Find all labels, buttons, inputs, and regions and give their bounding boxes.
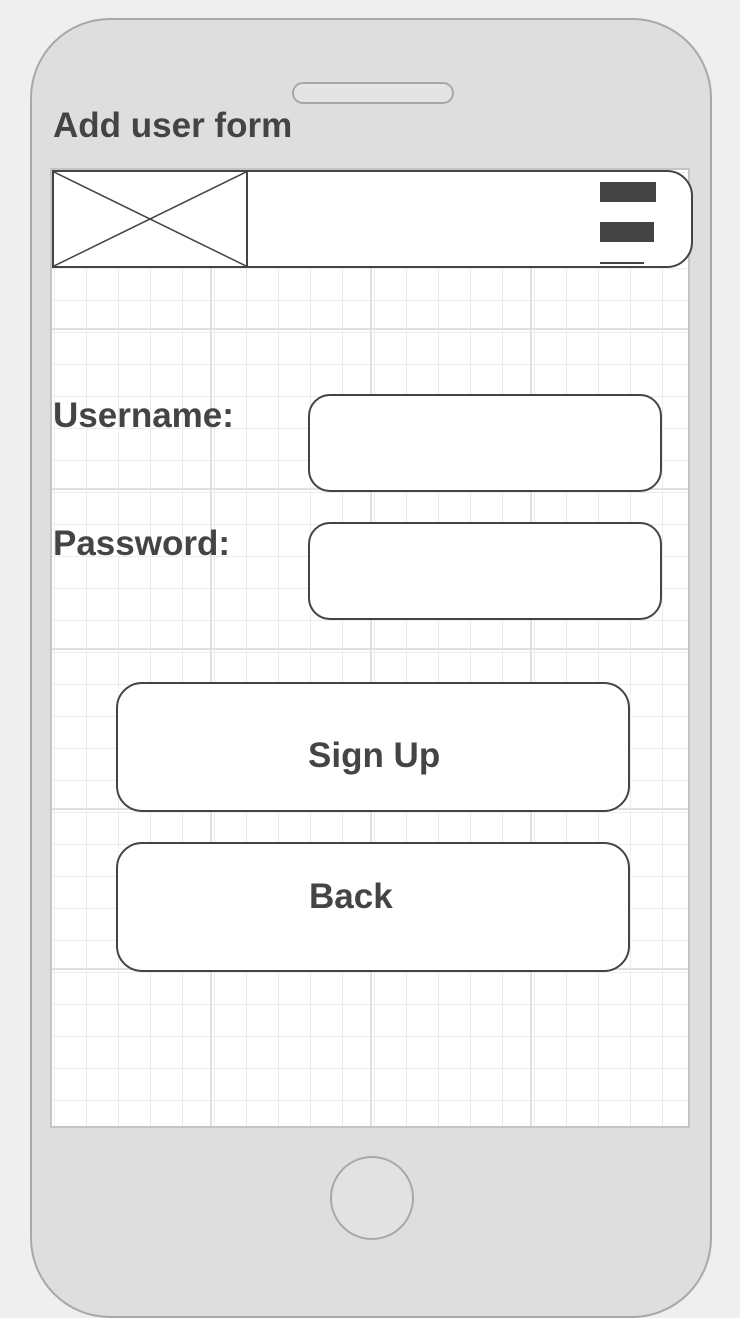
- header-bar: [52, 170, 693, 268]
- username-input[interactable]: [308, 394, 662, 492]
- sign-up-button[interactable]: Sign Up: [116, 682, 630, 812]
- speaker-slot: [292, 82, 454, 104]
- back-button-label: Back: [309, 877, 393, 916]
- menu-icon-bar: [600, 182, 656, 202]
- image-placeholder-icon: [54, 172, 248, 266]
- password-label: Password:: [53, 524, 230, 563]
- menu-icon-bar: [600, 222, 654, 242]
- username-label: Username:: [53, 396, 234, 435]
- sign-up-button-label: Sign Up: [308, 736, 441, 775]
- screen-canvas: [50, 168, 690, 1128]
- menu-icon-bar: [600, 262, 644, 264]
- password-input[interactable]: [308, 522, 662, 620]
- page-title: Add user form: [53, 106, 293, 145]
- hamburger-menu-icon[interactable]: [600, 182, 658, 266]
- back-button[interactable]: Back: [116, 842, 630, 972]
- home-button[interactable]: [330, 1156, 414, 1240]
